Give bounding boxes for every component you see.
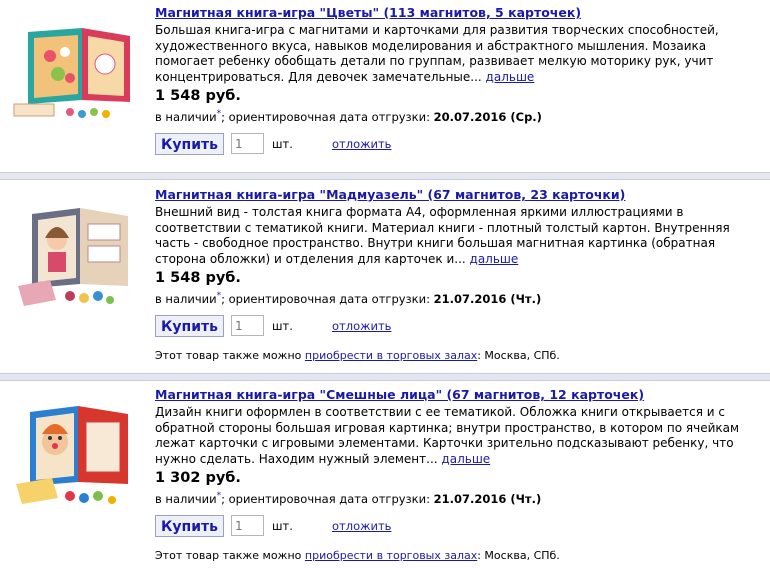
availability-prefix: Этот товар также можно: [155, 549, 302, 562]
card-separator: [0, 373, 770, 381]
buy-row: Купить шт. отложить: [155, 315, 755, 339]
shipping-date: 20.07.2016 (Ср.): [433, 110, 542, 124]
product-price: 1 548 руб.: [155, 88, 241, 104]
product-card: Магнитная книга-игра "Мадмуазель" (67 ма…: [0, 182, 770, 372]
product-description: Большая книга-игра с магнитами и карточк…: [155, 23, 755, 85]
buy-button[interactable]: Купить: [155, 315, 224, 337]
product-title-link[interactable]: Магнитная книга-игра "Смешные лица" (67 …: [155, 387, 755, 403]
stock-label: в наличии: [155, 292, 217, 306]
quantity-input[interactable]: [231, 515, 264, 536]
quantity-unit: шт.: [272, 137, 293, 151]
store-availability: Этот товар также можно приобрести в торг…: [155, 549, 755, 562]
more-link[interactable]: дальше: [486, 70, 535, 84]
more-link[interactable]: дальше: [441, 452, 490, 466]
shipping-date: 21.07.2016 (Чт.): [433, 492, 542, 506]
product-info: Магнитная книга-игра "Цветы" (113 магнит…: [155, 5, 755, 157]
shipping-text: ; ориентировочная дата отгрузки:: [221, 492, 430, 506]
shipping-text: ; ориентировочная дата отгрузки:: [221, 110, 430, 124]
quantity-input[interactable]: [231, 133, 264, 154]
product-description: Внешний вид - толстая книга формата А4, …: [155, 205, 755, 267]
store-availability: Этот товар также можно приобрести в торг…: [155, 349, 755, 362]
buy-row: Купить шт. отложить: [155, 515, 755, 539]
defer-link[interactable]: отложить: [332, 319, 391, 333]
card-separator: [0, 172, 770, 180]
stock-label: в наличии: [155, 110, 217, 124]
product-description: Дизайн книги оформлен в соответствии с е…: [155, 405, 755, 467]
product-price: 1 302 руб.: [155, 470, 241, 486]
defer-link[interactable]: отложить: [332, 137, 391, 151]
stock-status: в наличии*; ориентировочная дата отгрузк…: [155, 291, 755, 307]
product-card: Магнитная книга-игра "Смешные лица" (67 …: [0, 382, 770, 568]
availability-cities: : Москва, СПб.: [477, 549, 560, 562]
shipping-text: ; ориентировочная дата отгрузки:: [221, 292, 430, 306]
product-title-link[interactable]: Магнитная книга-игра "Мадмуазель" (67 ма…: [155, 187, 755, 203]
product-image[interactable]: [10, 200, 145, 310]
product-image[interactable]: [10, 400, 145, 510]
availability-prefix: Этот товар также можно: [155, 349, 302, 362]
description-text: Большая книга-игра с магнитами и карточк…: [155, 23, 719, 84]
buy-button[interactable]: Купить: [155, 515, 224, 537]
shipping-date: 21.07.2016 (Чт.): [433, 292, 542, 306]
product-card: Магнитная книга-игра "Цветы" (113 магнит…: [0, 0, 770, 170]
stores-link[interactable]: приобрести в торговых залах: [305, 349, 477, 362]
stock-label: в наличии: [155, 492, 217, 506]
defer-link[interactable]: отложить: [332, 519, 391, 533]
product-image[interactable]: [10, 22, 145, 122]
quantity-input[interactable]: [231, 315, 264, 336]
quantity-unit: шт.: [272, 519, 293, 533]
product-price: 1 548 руб.: [155, 270, 241, 286]
stock-status: в наличии*; ориентировочная дата отгрузк…: [155, 491, 755, 507]
more-link[interactable]: дальше: [470, 252, 519, 266]
product-info: Магнитная книга-игра "Смешные лица" (67 …: [155, 387, 755, 562]
availability-cities: : Москва, СПб.: [477, 349, 560, 362]
quantity-unit: шт.: [272, 319, 293, 333]
product-info: Магнитная книга-игра "Мадмуазель" (67 ма…: [155, 187, 755, 362]
buy-button[interactable]: Купить: [155, 133, 224, 155]
product-title-link[interactable]: Магнитная книга-игра "Цветы" (113 магнит…: [155, 5, 755, 21]
stores-link[interactable]: приобрести в торговых залах: [305, 549, 477, 562]
stock-status: в наличии*; ориентировочная дата отгрузк…: [155, 109, 755, 125]
buy-row: Купить шт. отложить: [155, 133, 755, 157]
description-text: Внешний вид - толстая книга формата А4, …: [155, 205, 730, 266]
